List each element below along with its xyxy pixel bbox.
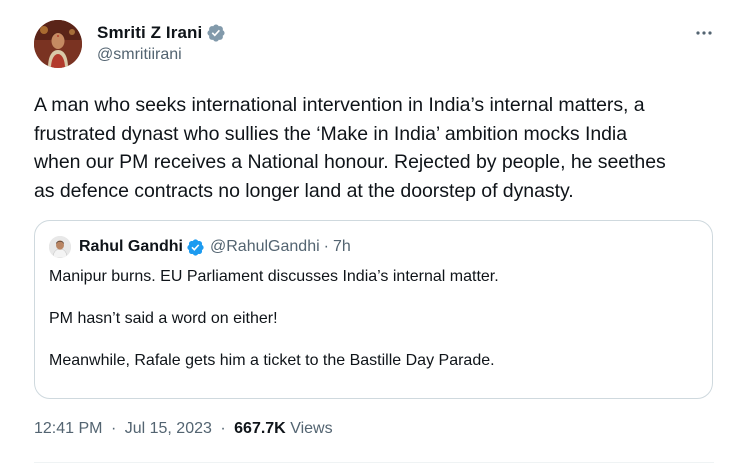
tweet-date[interactable]: Jul 15, 2023 [125,420,212,437]
footer-separator: · [220,420,226,437]
quoted-tweet[interactable]: Rahul Gandhi @RahulGandhi · 7h Manipur b… [34,220,713,399]
quoted-text-line: PM hasn’t said a word on either! [49,310,278,327]
quoted-text-line: Manipur burns. EU Parliament discusses I… [49,268,499,285]
more-options-icon[interactable] [694,23,714,43]
quoted-author-avatar[interactable] [49,236,71,258]
quoted-text-line: Meanwhile, Rafale gets him a ticket to t… [49,352,495,369]
author-name-row: Smriti Z Irani [97,22,226,44]
tweet-header: Smriti Z Irani @smritiirani [34,20,714,70]
quoted-tweet-time[interactable]: 7h [333,238,351,256]
quoted-tweet-body: Manipur burns. EU Parliament discusses I… [49,266,699,392]
quoted-author-name[interactable]: Rahul Gandhi [79,238,183,256]
quoted-tweet-header: Rahul Gandhi @RahulGandhi · 7h [49,235,351,259]
tweet-footer: 12:41 PM · Jul 15, 2023 · 667.7K Views [34,420,333,438]
views-count[interactable]: 667.7K [234,420,286,437]
bottom-divider [34,462,714,463]
quoted-meta-separator: · [323,238,329,255]
quoted-author-handle[interactable]: @RahulGandhi [210,238,320,256]
verified-badge-icon[interactable] [206,23,226,43]
author-name-block: Smriti Z Irani @smritiirani [97,22,226,64]
tweet-text: A man who seeks international interventi… [34,94,666,202]
quoted-verified-badge-icon [186,238,205,257]
author-display-name[interactable]: Smriti Z Irani [97,23,202,43]
tweet-card: Smriti Z Irani @smritiirani A man who se… [0,0,744,465]
author-handle[interactable]: @smritiirani [97,46,226,64]
author-avatar[interactable] [34,20,82,68]
footer-separator: · [110,420,117,437]
tweet-time[interactable]: 12:41 PM [34,420,102,437]
views-label: Views [290,420,333,437]
